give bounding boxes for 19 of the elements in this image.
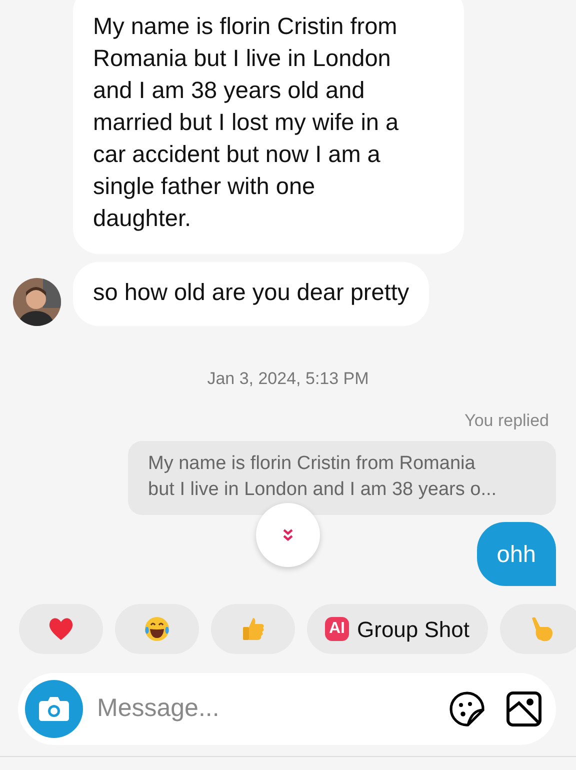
message-bubble: My name is florin Cristin from Romania but I live in London and I am 38 years old and married but I lost my wife in a car accident but now I am a single father with one daughter. [73,0,464,254]
sticker-icon [448,690,486,728]
avatar[interactable] [13,278,61,326]
camera-button[interactable] [25,680,83,738]
camera-icon [38,696,70,722]
laughing-face-icon [143,615,171,643]
message-bar[interactable]: Message... [18,673,556,745]
quoted-message: My name is florin Cristin from Romania but I live in London and I am 38 years o... [128,441,556,515]
reaction-chip[interactable] [115,604,199,654]
double-chevron-icon [282,529,294,541]
chip-label: Group Shot [357,616,470,644]
image-icon [506,691,542,727]
message-bubble: ohh [476,522,556,586]
reply-label: You replied [464,410,550,432]
group-shot-chip[interactable]: AI Group Shot [307,604,488,654]
message-bubble: so how old are you dear pretty [73,262,430,326]
ai-badge: AI [325,617,349,641]
message-input[interactable]: Message... [95,689,432,729]
timestamp: Jan 3, 2024, 5:13 PM [206,368,370,390]
